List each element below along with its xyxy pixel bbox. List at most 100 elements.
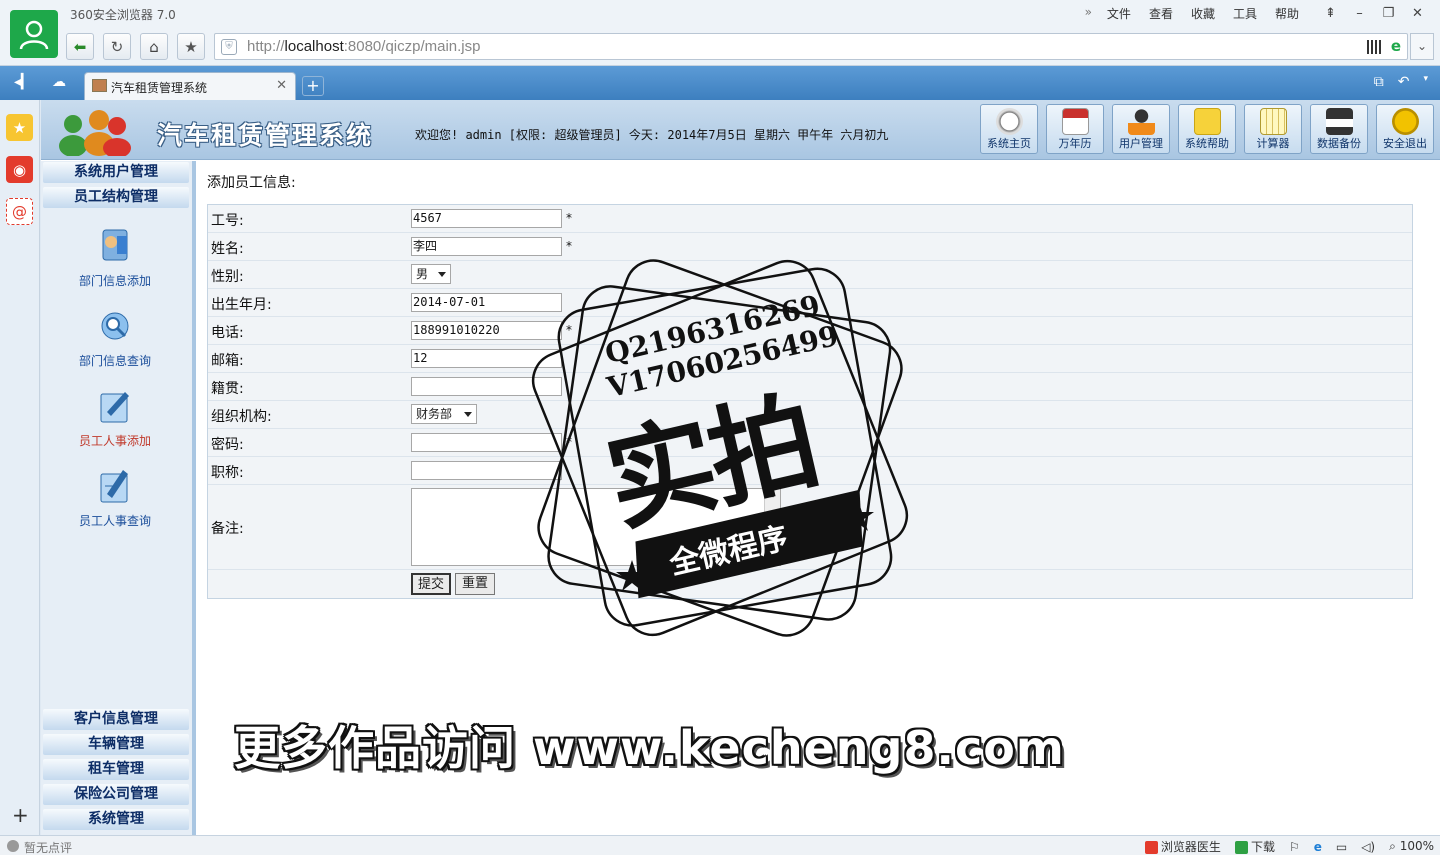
form-row-phone: 电话: 188991010220 * — [208, 317, 1412, 345]
sidebar-add-icon[interactable]: + — [12, 803, 29, 827]
calculator-icon — [1260, 108, 1287, 135]
menu-file[interactable]: 文件 — [1098, 5, 1140, 22]
required-mark: * — [566, 239, 572, 253]
nav-item-department-add[interactable]: 部门信息添加 — [59, 224, 171, 289]
ie-icon[interactable]: e — [1314, 840, 1322, 854]
flag-icon[interactable]: ⚐ — [1289, 840, 1300, 854]
textarea-scrollbar[interactable] — [764, 489, 780, 565]
favorite-button[interactable]: ★ — [177, 33, 205, 60]
nav-item-department-search[interactable]: 部门信息查询 — [59, 304, 171, 369]
people-logo-icon — [59, 110, 131, 156]
user-avatar-icon — [19, 20, 49, 50]
toolbar-home-button[interactable]: 系统主页 — [980, 104, 1038, 154]
nav-group-insurance[interactable]: 保险公司管理 — [43, 784, 189, 805]
doctor-icon — [1144, 841, 1158, 854]
cloud-icon[interactable]: ☁ — [52, 74, 66, 90]
minimize-button[interactable]: – — [1345, 2, 1374, 24]
department-add-icon — [102, 229, 128, 261]
label-phone: 电话: — [211, 325, 244, 341]
url-input[interactable]: ⛨ http://localhost:8080/qiczp/main.jsp e — [214, 33, 1408, 60]
input-name[interactable]: 李四 — [411, 237, 562, 256]
back-arrow-icon: ⬅ — [73, 37, 87, 56]
toolbar-help-button[interactable]: 系统帮助 — [1178, 104, 1236, 154]
submit-button[interactable]: 提交 — [411, 573, 451, 595]
download-button[interactable]: 下载 — [1234, 838, 1275, 855]
form-row-remark: 备注: — [208, 485, 1412, 570]
nav-item-staff-search[interactable]: 员工人事查询 — [59, 464, 171, 529]
select-gender[interactable]: 男 — [411, 264, 451, 284]
menu-favorites[interactable]: 收藏 — [1182, 5, 1224, 22]
page-favicon-icon — [92, 79, 107, 92]
nav-group-system[interactable]: 系统管理 — [43, 809, 189, 830]
home-button[interactable]: ⌂ — [140, 33, 168, 60]
tab-menu-icon[interactable]: ▾ — [1423, 74, 1428, 90]
pin-icon[interactable]: ⇞ — [1316, 2, 1345, 24]
input-native-place[interactable] — [411, 377, 562, 396]
label-native-place: 籍贯: — [211, 381, 244, 397]
nav-item-staff-add[interactable]: 员工人事添加 — [59, 384, 171, 449]
zoom-control[interactable]: ⌕ 100% — [1389, 839, 1434, 854]
input-email[interactable]: 12 — [411, 349, 562, 368]
input-job-title[interactable] — [411, 461, 562, 480]
input-phone[interactable]: 188991010220 — [411, 321, 562, 340]
label-gender: 性别: — [211, 269, 244, 285]
menu-tools[interactable]: 工具 — [1224, 5, 1266, 22]
browser-menu: » 文件 查看 收藏 工具 帮助 — [1079, 5, 1308, 22]
toolbar-logout-button[interactable]: 安全退出 — [1376, 104, 1434, 154]
undo-close-icon[interactable]: ↶ — [1398, 74, 1410, 90]
nav-group-staff-structure[interactable]: 员工结构管理 — [43, 187, 189, 208]
restore-button[interactable]: ❐ — [1374, 2, 1403, 24]
input-staff-id[interactable]: 4567 — [411, 209, 562, 228]
form-row-org: 组织机构: 财务部 — [208, 401, 1412, 429]
form-row-email: 邮箱: 12 — [208, 345, 1412, 373]
browser-user-avatar[interactable] — [10, 10, 58, 58]
welcome-text: 欢迎您! admin [权限: 超级管理员] 今天: 2014年7月5日 星期六… — [415, 128, 889, 142]
toolbar-users-button[interactable]: 用户管理 — [1112, 104, 1170, 154]
staff-form: 工号: 4567 * 姓名: 李四 * 性别: 男 出生年月: 2014-07-… — [207, 204, 1413, 599]
nav-group-system-users[interactable]: 系统用户管理 — [43, 162, 189, 183]
nav-group-customers[interactable]: 客户信息管理 — [43, 709, 189, 730]
input-password[interactable] — [411, 433, 562, 452]
toolbar-calendar-button[interactable]: 万年历 — [1046, 104, 1104, 154]
nav-group-rentals[interactable]: 租车管理 — [43, 759, 189, 780]
volume-icon[interactable]: ◁) — [1361, 840, 1375, 854]
favorites-star-icon[interactable]: ★ — [6, 114, 33, 141]
browser-doctor-button[interactable]: 浏览器医生 — [1144, 838, 1221, 855]
ie-mode-icon[interactable]: e — [1391, 37, 1401, 55]
url-text: http://localhost:8080/qiczp/main.jsp — [247, 38, 481, 55]
new-tab-button[interactable]: + — [302, 76, 324, 96]
zoom-icon: ⌕ — [1389, 839, 1396, 853]
menu-view[interactable]: 查看 — [1140, 5, 1182, 22]
notes-icon — [1194, 108, 1221, 135]
tab-strip: ◂▎ ☁ 汽车租赁管理系统 ✕ + ⧉ ↶ ▾ — [0, 66, 1440, 100]
refresh-button[interactable]: ↻ — [103, 33, 131, 60]
toolbar-backup-button[interactable]: 数据备份 — [1310, 104, 1368, 154]
qr-code-icon[interactable] — [1367, 40, 1381, 54]
toolbar-calculator-button[interactable]: 计算器 — [1244, 104, 1302, 154]
required-mark: * — [566, 211, 572, 225]
input-birth-date[interactable]: 2014-07-01 — [411, 293, 562, 312]
sidebar-toggle-icon[interactable]: ◂▎ — [14, 74, 32, 90]
tab-close-icon[interactable]: ✕ — [276, 78, 287, 93]
mail-icon[interactable]: @ — [6, 198, 33, 225]
tab-strip-tools: ⧉ ↶ ▾ — [1374, 74, 1428, 90]
reset-button[interactable]: 重置 — [455, 573, 495, 595]
refresh-icon: ↻ — [110, 37, 124, 56]
form-row-native: 籍贯: — [208, 373, 1412, 401]
menu-more-icon[interactable]: » — [1079, 5, 1098, 22]
tab-list-icon[interactable]: ⧉ — [1374, 74, 1384, 90]
weibo-icon[interactable]: ◉ — [6, 156, 33, 183]
address-bar-row: ⬅ ↻ ⌂ ★ ⛨ http://localhost:8080/qiczp/ma… — [0, 30, 1440, 66]
close-button[interactable]: ✕ — [1403, 2, 1432, 24]
url-dropdown-button[interactable]: ⌄ — [1410, 33, 1434, 60]
menu-help[interactable]: 帮助 — [1266, 5, 1308, 22]
status-comment[interactable]: 暂无点评 — [24, 839, 72, 855]
nav-group-vehicles[interactable]: 车辆管理 — [43, 734, 189, 755]
staff-add-icon — [100, 392, 129, 423]
window-icon[interactable]: ▭ — [1336, 840, 1347, 854]
textarea-remark[interactable] — [411, 488, 781, 566]
back-button[interactable]: ⬅ — [66, 33, 94, 60]
select-organization[interactable]: 财务部 — [411, 404, 477, 424]
home-icon: ⌂ — [149, 37, 159, 56]
tab-active[interactable]: 汽车租赁管理系统 ✕ — [84, 72, 296, 100]
